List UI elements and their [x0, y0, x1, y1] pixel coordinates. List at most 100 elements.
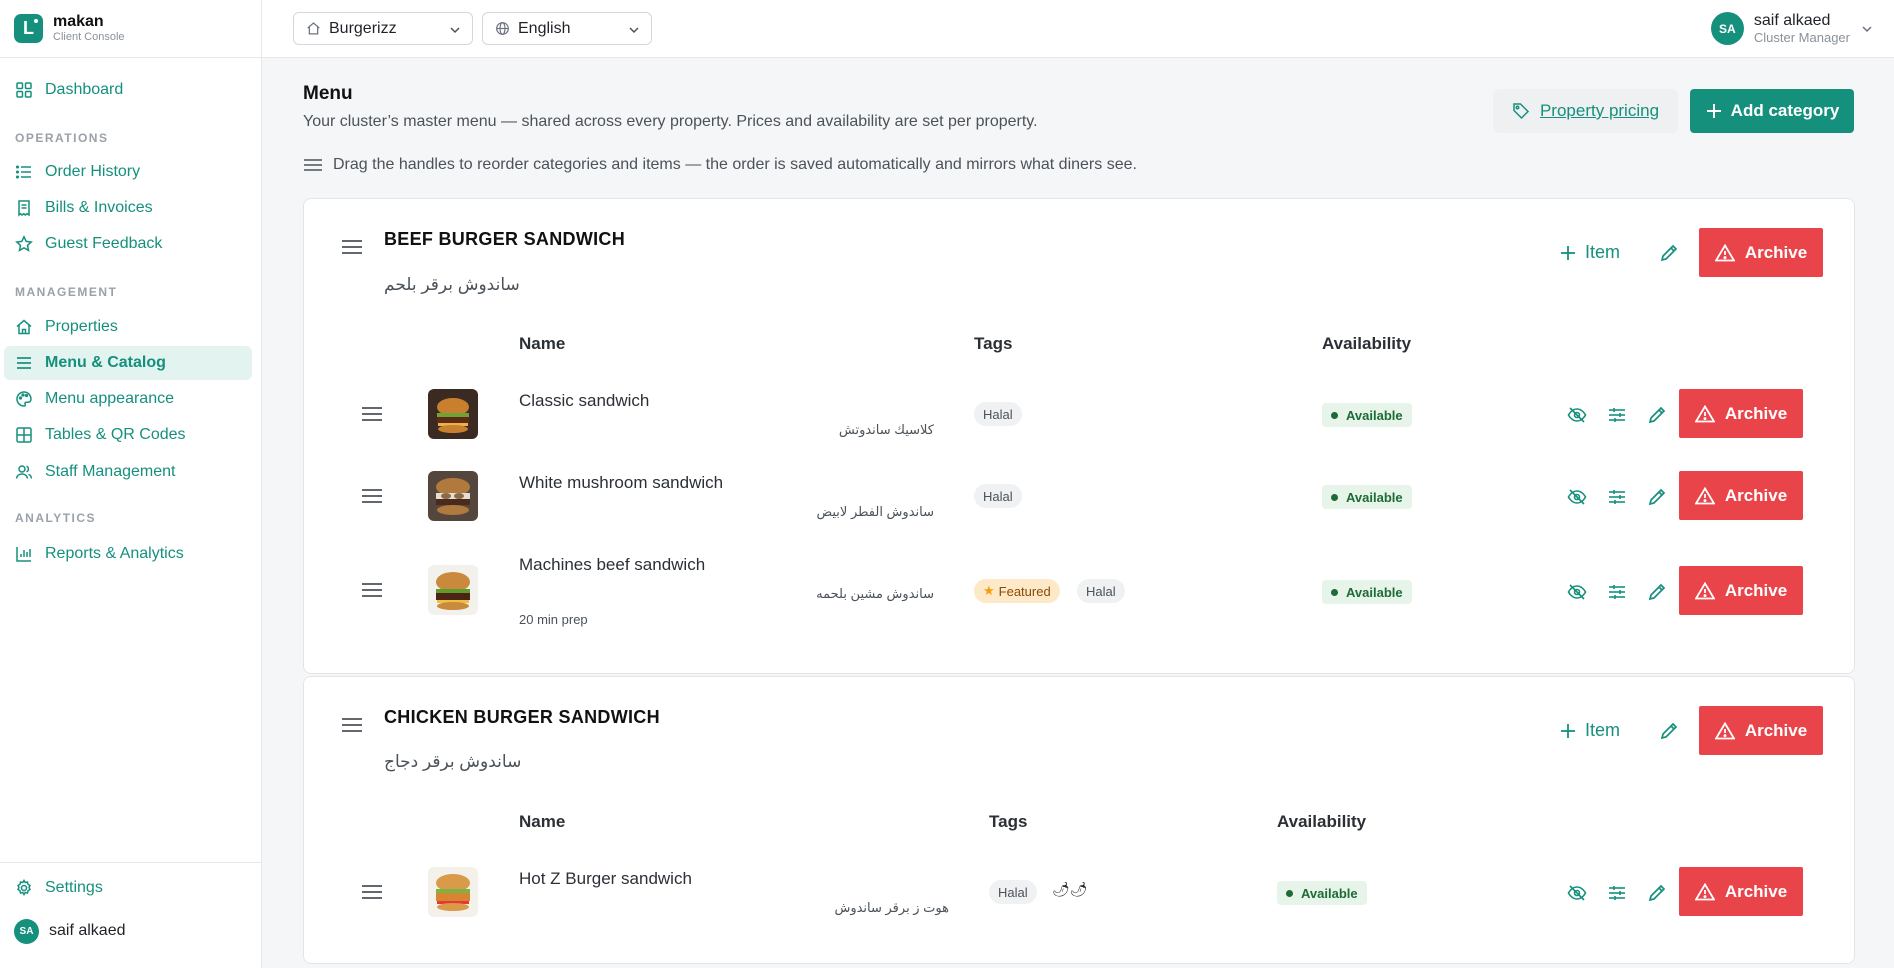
- sidebar-item-menu-catalog[interactable]: Menu & Catalog: [4, 346, 252, 380]
- edit-icon[interactable]: [1658, 720, 1680, 742]
- drag-handle-icon[interactable]: [341, 239, 363, 255]
- add-item-label: Item: [1585, 242, 1621, 262]
- gear-icon: [17, 879, 31, 896]
- plus-icon: [1561, 245, 1575, 260]
- drag-handle-icon[interactable]: [361, 582, 383, 598]
- spicy-level: 🌶🌶: [1052, 881, 1088, 897]
- archive-label: Archive: [1744, 242, 1808, 262]
- tag-halal: Halal: [1077, 579, 1125, 603]
- archive-item-button[interactable]: Archive: [1679, 471, 1803, 520]
- sidebar-user-name: saif alkaed: [49, 922, 126, 939]
- item-name-arabic: هوت ز برقر ساندوش: [834, 900, 949, 915]
- warning-icon: [1694, 581, 1715, 599]
- sidebar-item-menu-appearance[interactable]: Menu appearance: [4, 382, 252, 416]
- brand-subtitle: Client Console: [53, 31, 125, 43]
- sidebar-item-settings[interactable]: Settings: [4, 871, 252, 905]
- property-select[interactable]: Burgerizz: [293, 12, 473, 45]
- eye-off-icon[interactable]: [1567, 582, 1587, 602]
- archive-item-button[interactable]: Archive: [1679, 566, 1803, 615]
- add-item-button[interactable]: Item: [1559, 720, 1620, 741]
- add-item-label: Item: [1585, 720, 1621, 740]
- drag-handle-icon[interactable]: [361, 488, 383, 504]
- page-title: Menu: [303, 83, 353, 104]
- drag-handle-icon[interactable]: [341, 717, 363, 733]
- archive-item-button[interactable]: Archive: [1679, 389, 1803, 438]
- sidebar-item-tables-qr[interactable]: Tables & QR Codes: [4, 418, 252, 452]
- chevron-down-icon: [629, 27, 639, 34]
- page-subtitle: Your cluster’s master menu — shared acro…: [303, 113, 1038, 130]
- add-category-button[interactable]: Add category: [1690, 89, 1854, 133]
- nav-section-management: MANAGEMENT: [15, 285, 118, 299]
- eye-off-icon[interactable]: [1567, 487, 1587, 507]
- brand-name: makan: [53, 13, 104, 30]
- plus-icon: [1561, 723, 1575, 738]
- edit-icon[interactable]: [1646, 882, 1668, 904]
- home-icon: [307, 22, 320, 35]
- drag-handle-icon[interactable]: [361, 884, 383, 900]
- item-thumbnail: [428, 389, 478, 439]
- sliders-icon[interactable]: [1607, 487, 1627, 507]
- drag-handle-icon: [304, 159, 322, 171]
- archive-category-button[interactable]: Archive: [1699, 228, 1823, 277]
- warning-icon: [1694, 404, 1715, 422]
- menu-icon: [17, 357, 31, 369]
- edit-icon[interactable]: [1646, 581, 1668, 603]
- user-role: Cluster Manager: [1753, 30, 1850, 45]
- sidebar-user[interactable]: SA saif alkaed: [4, 914, 252, 948]
- eye-off-icon[interactable]: [1567, 405, 1587, 425]
- sidebar-item-properties[interactable]: Properties: [4, 310, 252, 344]
- edit-icon[interactable]: [1646, 404, 1668, 426]
- brand[interactable]: L makan Client Console: [0, 0, 261, 58]
- item-name-arabic: ساندوش الفطر لابيض: [816, 504, 934, 519]
- edit-icon[interactable]: [1646, 486, 1668, 508]
- tag-featured-label: Featured: [998, 583, 1051, 599]
- grid-icon: [16, 427, 32, 443]
- archive-item-button[interactable]: Archive: [1679, 867, 1803, 916]
- sidebar-item-label: Tables & QR Codes: [45, 426, 186, 443]
- topbar: Burgerizz English SA saif alkaed Cluster…: [262, 0, 1894, 58]
- availability-badge: Available: [1322, 580, 1412, 604]
- sliders-icon[interactable]: [1607, 405, 1627, 425]
- property-select-value: Burgerizz: [329, 19, 397, 37]
- sidebar-item-feedback[interactable]: Guest Feedback: [4, 227, 252, 261]
- item-name-arabic: ساندوش مشين بلحمه: [816, 586, 934, 601]
- sidebar-item-label: Properties: [45, 318, 118, 335]
- edit-icon[interactable]: [1658, 242, 1680, 264]
- tag-halal: Halal: [989, 880, 1037, 904]
- archive-label: Archive: [1724, 403, 1788, 423]
- add-item-button[interactable]: Item: [1559, 242, 1620, 263]
- sidebar-item-reports[interactable]: Reports & Analytics: [4, 537, 252, 571]
- sidebar-item-staff[interactable]: Staff Management: [4, 455, 252, 489]
- chart-icon: [16, 547, 31, 562]
- availability-badge: Available: [1322, 485, 1412, 509]
- sliders-icon[interactable]: [1607, 883, 1627, 903]
- eye-off-icon[interactable]: [1567, 883, 1587, 903]
- sidebar-item-order-history[interactable]: Order History: [4, 155, 252, 189]
- sliders-icon[interactable]: [1607, 582, 1627, 602]
- sidebar-item-bills[interactable]: Bills & Invoices: [4, 191, 252, 225]
- category-title-arabic: ساندوش برقر بلحم: [384, 275, 520, 294]
- availability-label: Available: [1346, 489, 1403, 505]
- sidebar-item-label: Menu appearance: [45, 390, 174, 407]
- category-title: BEEF BURGER SANDWICH: [384, 229, 626, 249]
- nav-section-operations: OPERATIONS: [15, 131, 109, 145]
- user-menu[interactable]: SA saif alkaed Cluster Manager: [1710, 12, 1874, 45]
- reorder-hint-text: Drag the handles to reorder categories a…: [333, 156, 1137, 173]
- item-thumbnail: [428, 867, 478, 917]
- property-pricing-label: Property pricing: [1539, 101, 1660, 120]
- drag-handle-icon[interactable]: [361, 406, 383, 422]
- chevron-down-icon: [450, 27, 460, 34]
- add-category-label: Add category: [1730, 101, 1840, 120]
- language-select[interactable]: English: [482, 12, 652, 45]
- availability-label: Available: [1346, 407, 1403, 423]
- item-thumbnail: [428, 471, 478, 521]
- warning-icon: [1714, 243, 1735, 261]
- sidebar-item-dashboard[interactable]: Dashboard: [4, 73, 252, 107]
- property-pricing-button[interactable]: Property pricing: [1493, 89, 1678, 133]
- status-dot: [1331, 411, 1338, 419]
- category-title: CHICKEN BURGER SANDWICH: [384, 707, 660, 727]
- warning-icon: [1694, 882, 1715, 900]
- archive-category-button[interactable]: Archive: [1699, 706, 1823, 755]
- plus-icon: [1706, 104, 1721, 118]
- globe-icon: [496, 22, 509, 35]
